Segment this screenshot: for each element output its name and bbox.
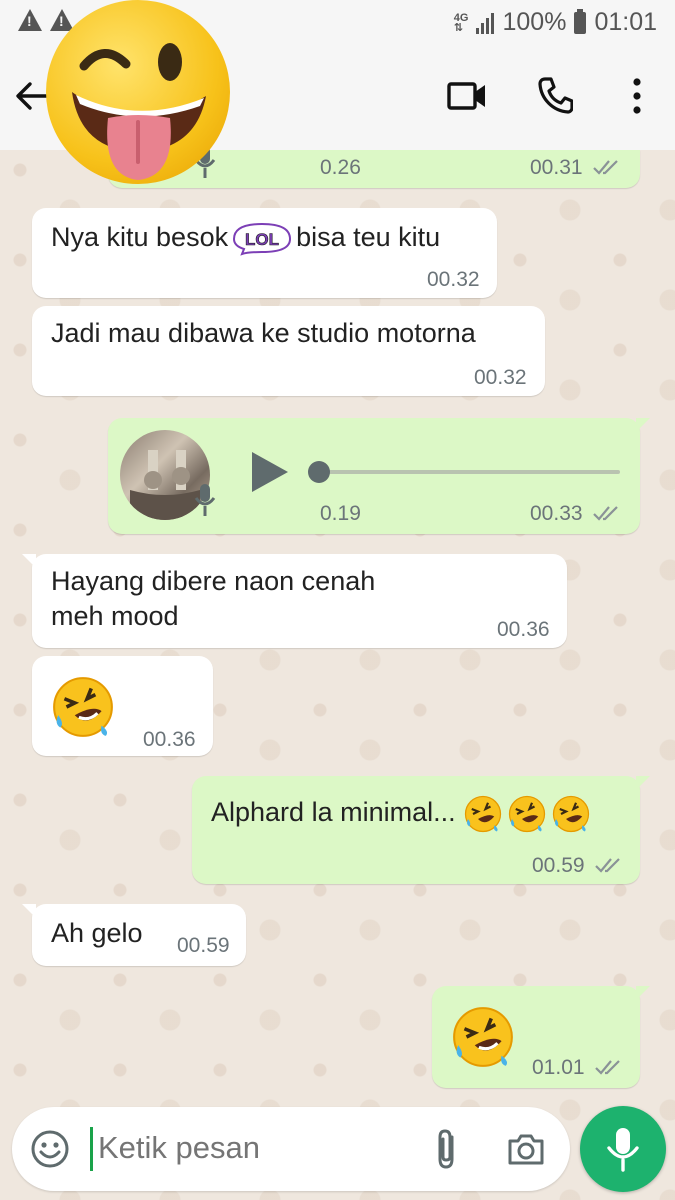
back-arrow-icon[interactable]: [14, 78, 50, 114]
rolling-laughing-emoji-icon: [53, 677, 113, 737]
message-time: 00.59: [177, 934, 230, 957]
outgoing-message[interactable]: 01.01: [432, 986, 650, 1088]
voice-record-button[interactable]: [580, 1106, 666, 1192]
message-time: 00.33: [530, 502, 583, 525]
message-input-bar: [12, 1107, 570, 1191]
mic-icon: [607, 1128, 639, 1172]
message-time: 00.36: [497, 618, 550, 641]
winking-tongue-emoji-icon: [72, 43, 206, 180]
message-time: 00.59: [532, 854, 585, 877]
signal-icon: [476, 12, 495, 34]
emoji-icon[interactable]: [30, 1129, 70, 1169]
message-time: 00.32: [474, 366, 527, 389]
incoming-message[interactable]: 00.36: [32, 656, 213, 756]
message-time: 00.36: [143, 728, 196, 751]
message-text: Nya kitu besok: [51, 222, 229, 253]
incoming-message[interactable]: Ah gelo 00.59: [22, 904, 246, 966]
battery-percentage: 100%: [502, 8, 567, 36]
voice-progress-track[interactable]: [318, 470, 620, 474]
voice-progress-knob[interactable]: [308, 461, 330, 483]
voice-message[interactable]: 0.19 00.33: [108, 418, 650, 534]
read-ticks-icon: [595, 1060, 620, 1075]
message-time: 00.31: [530, 156, 583, 179]
read-ticks-icon: [593, 506, 618, 521]
svg-text:LOL: LOL: [245, 230, 279, 249]
warning-icon: !: [18, 9, 42, 31]
text-cursor: [90, 1127, 93, 1171]
lol-sticker-icon: LOL: [233, 222, 292, 256]
message-time: 00.32: [427, 268, 480, 291]
message-text: Alphard la minimal...: [211, 797, 456, 828]
contact-avatar[interactable]: [46, 0, 230, 184]
battery-icon: [574, 8, 587, 34]
voice-duration: 0.19: [320, 502, 361, 525]
message-text: bisa teu kitu: [296, 222, 441, 253]
read-ticks-icon: [595, 858, 620, 873]
phone-call-icon[interactable]: [537, 76, 573, 114]
clock: 01:01: [594, 8, 657, 36]
outgoing-message[interactable]: Alphard la minimal... 00.59: [192, 776, 650, 884]
video-call-icon[interactable]: [447, 80, 487, 112]
network-type: 4G ⇅: [453, 11, 469, 34]
voice-duration: 0.26: [320, 156, 361, 179]
message-text: Jadi mau dibawa ke studio motorna: [51, 318, 476, 348]
play-icon[interactable]: [250, 450, 290, 494]
camera-icon[interactable]: [506, 1131, 546, 1167]
more-options-icon[interactable]: [633, 78, 641, 114]
message-text-line: meh mood: [51, 601, 179, 631]
incoming-message[interactable]: Jadi mau dibawa ke studio motorna 00.32: [32, 306, 545, 396]
rolling-laughing-emoji-icon: [465, 795, 502, 833]
mic-icon: [194, 484, 216, 516]
rolling-laughing-emoji-icon: [453, 1007, 513, 1067]
message-text: Ah gelo: [51, 918, 143, 948]
message-time: 01.01: [532, 1056, 585, 1079]
incoming-message[interactable]: Nya kitu besok LOL bisa teu kitu 00.32: [32, 208, 497, 298]
attachment-icon[interactable]: [430, 1127, 464, 1171]
read-ticks-icon: [593, 160, 618, 175]
message-input[interactable]: [96, 1129, 400, 1167]
incoming-message[interactable]: Hayang dibere naon cenah meh mood 00.36: [22, 554, 567, 648]
rolling-laughing-emoji-icon: [509, 795, 546, 833]
rolling-laughing-emoji-icon: [553, 795, 590, 833]
message-text-line: Hayang dibere naon cenah: [51, 566, 376, 596]
